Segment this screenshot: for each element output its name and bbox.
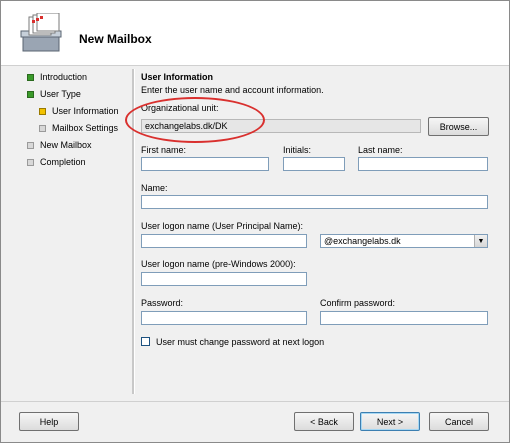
last-name-label: Last name: — [358, 145, 403, 155]
nav-item-label: Introduction — [40, 72, 88, 82]
upn-domain-select[interactable]: @exchangelabs.dk ▼ — [320, 234, 488, 248]
upn-input[interactable] — [141, 234, 307, 248]
confirm-password-label: Confirm password: — [320, 298, 396, 308]
first-name-label: First name: — [141, 145, 187, 155]
nav-item-mailbox-settings[interactable]: Mailbox Settings — [39, 121, 118, 135]
nav-item-new-mailbox[interactable]: New Mailbox — [27, 138, 92, 152]
name-input[interactable] — [141, 195, 488, 209]
step-current-icon — [39, 107, 46, 115]
browse-button[interactable]: Browse... — [428, 117, 489, 136]
next-button[interactable]: Next > — [360, 412, 420, 431]
nav-item-label: User Information — [52, 106, 119, 116]
help-button[interactable]: Help — [19, 412, 79, 431]
password-label: Password: — [141, 298, 184, 308]
nav-item-introduction[interactable]: Introduction — [27, 70, 87, 84]
pre2000-label: User logon name (pre-Windows 2000): — [141, 259, 296, 269]
confirm-password-input[interactable] — [320, 311, 488, 325]
initials-input[interactable] — [283, 157, 345, 171]
dialog-header: New Mailbox — [1, 1, 509, 66]
highlight-circle-annotation — [125, 97, 265, 143]
footer-divider — [1, 401, 509, 402]
nav-item-label: Mailbox Settings — [52, 123, 119, 133]
step-pending-icon — [27, 158, 34, 166]
nav-item-completion[interactable]: Completion — [27, 155, 86, 169]
nav-item-label: New Mailbox — [40, 140, 92, 150]
upn-label: User logon name (User Principal Name): — [141, 221, 304, 231]
nav-item-label: Completion — [40, 157, 86, 167]
last-name-input[interactable] — [358, 157, 488, 171]
cancel-button[interactable]: Cancel — [429, 412, 489, 431]
nav-item-label: User Type — [40, 89, 81, 99]
name-label: Name: — [141, 183, 168, 193]
must-change-password-label[interactable]: User must change password at next logon — [156, 337, 324, 347]
section-title: User Information — [141, 72, 214, 82]
initials-label: Initials: — [283, 145, 312, 155]
section-description: Enter the user name and account informat… — [141, 85, 324, 95]
upn-domain-value: @exchangelabs.dk — [324, 236, 401, 246]
dialog-title: New Mailbox — [79, 32, 152, 46]
pre2000-input[interactable] — [141, 272, 307, 286]
step-pending-icon — [39, 124, 46, 132]
step-complete-icon — [27, 90, 34, 98]
first-name-input[interactable] — [141, 157, 269, 171]
step-complete-icon — [27, 73, 34, 81]
nav-item-user-information[interactable]: User Information — [39, 104, 119, 118]
chevron-down-icon[interactable]: ▼ — [474, 235, 487, 247]
must-change-password-checkbox[interactable] — [141, 337, 150, 346]
step-pending-icon — [27, 141, 34, 149]
mailbox-wizard-icon — [17, 12, 65, 55]
back-button[interactable]: < Back — [294, 412, 354, 431]
password-input[interactable] — [141, 311, 307, 325]
nav-item-user-type[interactable]: User Type — [27, 87, 81, 101]
new-mailbox-dialog: New Mailbox Introduction User Type User … — [0, 0, 510, 443]
